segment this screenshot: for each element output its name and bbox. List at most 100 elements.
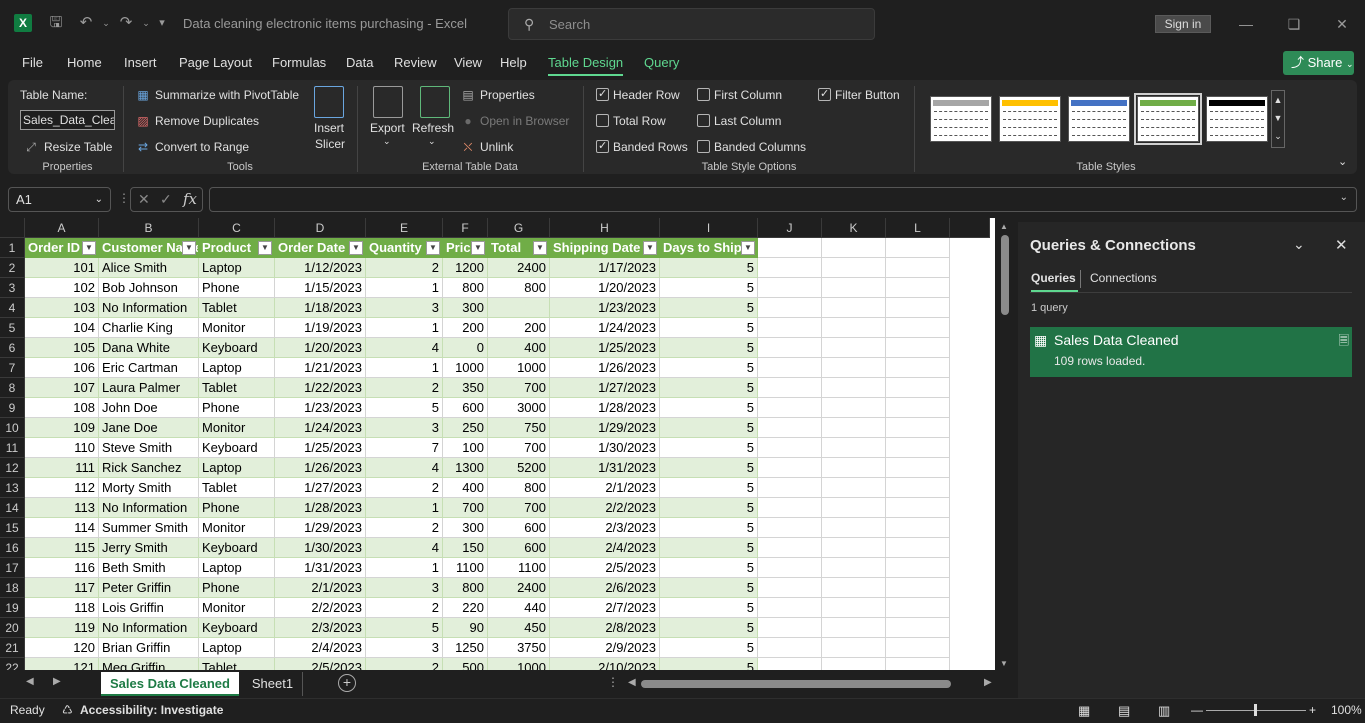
empty-cell[interactable] [822, 638, 886, 658]
table-cell[interactable]: 450 [488, 618, 550, 638]
column-header[interactable]: K [822, 218, 886, 238]
normal-view-icon[interactable]: ▦ [1078, 703, 1090, 719]
empty-cell[interactable] [822, 378, 886, 398]
table-cell[interactable]: Laptop [199, 558, 275, 578]
table-header-cell[interactable]: Order ID ▼ [25, 238, 99, 258]
row-header[interactable]: 2 [0, 258, 25, 278]
table-cell[interactable]: 3000 [488, 398, 550, 418]
table-cell[interactable]: 105 [25, 338, 99, 358]
table-cell[interactable]: Laura Palmer [99, 378, 199, 398]
table-cell[interactable]: 800 [488, 278, 550, 298]
table-style-thumbnail[interactable] [1068, 96, 1130, 142]
tab-home[interactable]: Home [67, 55, 102, 70]
table-cell[interactable]: 400 [443, 478, 488, 498]
table-cell[interactable]: 300 [443, 518, 488, 538]
table-cell[interactable]: 5 [660, 458, 758, 478]
table-cell[interactable]: 1/18/2023 [275, 298, 366, 318]
row-header[interactable]: 17 [0, 558, 25, 578]
table-cell[interactable]: 1/21/2023 [275, 358, 366, 378]
table-cell[interactable]: 115 [25, 538, 99, 558]
empty-cell[interactable] [758, 638, 822, 658]
export-icon[interactable] [373, 86, 403, 118]
table-cell[interactable]: 2/4/2023 [275, 638, 366, 658]
table-cell[interactable]: 1 [366, 498, 443, 518]
table-cell[interactable]: 1/25/2023 [275, 438, 366, 458]
share-button[interactable]: ⤴ Share ⌄ [1283, 51, 1354, 75]
table-cell[interactable]: 5 [660, 518, 758, 538]
scroll-up-icon[interactable]: ▲ [1000, 222, 1008, 231]
table-cell[interactable]: 1200 [443, 258, 488, 278]
tab-page-layout[interactable]: Page Layout [179, 55, 252, 70]
table-cell[interactable]: 103 [25, 298, 99, 318]
gallery-more-icon[interactable]: ⌄ [1272, 127, 1284, 145]
row-header[interactable]: 4 [0, 298, 25, 318]
table-cell[interactable]: Tablet [199, 658, 275, 670]
empty-cell[interactable] [822, 458, 886, 478]
empty-cell[interactable] [886, 518, 950, 538]
table-cell[interactable]: 1/20/2023 [550, 278, 660, 298]
row-header[interactable]: 11 [0, 438, 25, 458]
table-cell[interactable]: Phone [199, 578, 275, 598]
table-header-cell[interactable]: Days to Ship ▼ [660, 238, 758, 258]
table-cell[interactable]: 114 [25, 518, 99, 538]
table-style-thumbnail[interactable] [930, 96, 992, 142]
row-header[interactable]: 15 [0, 518, 25, 538]
enter-icon[interactable]: ✓ [160, 191, 172, 208]
zoom-out-icon[interactable]: — [1191, 703, 1203, 717]
empty-cell[interactable] [822, 478, 886, 498]
empty-cell[interactable] [886, 398, 950, 418]
customize-toolbar-icon[interactable]: ▾ [152, 13, 172, 33]
row-header[interactable]: 22 [0, 658, 25, 670]
refresh-dropdown-icon[interactable]: ⌄ [428, 136, 436, 147]
table-cell[interactable]: 1100 [488, 558, 550, 578]
empty-cell[interactable] [822, 258, 886, 278]
filter-dropdown-icon[interactable]: ▼ [533, 241, 547, 255]
column-header[interactable]: D [275, 218, 366, 238]
zoom-in-icon[interactable]: + [1309, 703, 1316, 717]
tab-insert[interactable]: Insert [124, 55, 157, 70]
table-cell[interactable]: 5 [660, 338, 758, 358]
table-cell[interactable]: 5 [660, 498, 758, 518]
collapse-ribbon-icon[interactable]: ⌄ [1338, 155, 1347, 168]
table-cell[interactable]: 220 [443, 598, 488, 618]
table-cell[interactable]: 5 [660, 598, 758, 618]
open-in-browser-button[interactable]: Open in Browser [480, 114, 569, 128]
table-cell[interactable]: 5 [660, 418, 758, 438]
empty-cell[interactable] [758, 418, 822, 438]
table-cell[interactable]: 1/27/2023 [275, 478, 366, 498]
refresh-icon[interactable] [420, 86, 450, 118]
next-sheet-icon[interactable]: ▶ [53, 676, 61, 687]
table-cell[interactable]: No Information [99, 498, 199, 518]
table-cell[interactable]: John Doe [99, 398, 199, 418]
empty-cell[interactable] [886, 418, 950, 438]
table-cell[interactable]: 113 [25, 498, 99, 518]
empty-cell[interactable] [758, 398, 822, 418]
column-header[interactable]: F [443, 218, 488, 238]
chevron-up-icon[interactable]: ▲ [1272, 91, 1284, 109]
table-cell[interactable]: Rick Sanchez [99, 458, 199, 478]
table-cell[interactable]: 5 [660, 478, 758, 498]
table-cell[interactable]: 2 [366, 258, 443, 278]
empty-cell[interactable] [822, 338, 886, 358]
table-cell[interactable]: No Information [99, 298, 199, 318]
table-cell[interactable]: 150 [443, 538, 488, 558]
export-dropdown-icon[interactable]: ⌄ [383, 136, 391, 147]
empty-cell[interactable] [886, 558, 950, 578]
last-column-checkbox[interactable] [697, 114, 710, 127]
table-cell[interactable]: 1/28/2023 [275, 498, 366, 518]
table-cell[interactable]: 1/23/2023 [550, 298, 660, 318]
table-cell[interactable]: Steve Smith [99, 438, 199, 458]
close-window-icon[interactable]: ✕ [1332, 14, 1352, 34]
sheet-tab-sheet1[interactable]: Sheet1 [243, 672, 303, 696]
table-cell[interactable]: 1000 [488, 658, 550, 670]
empty-cell[interactable] [886, 578, 950, 598]
table-cell[interactable]: 100 [443, 438, 488, 458]
page-break-view-icon[interactable]: ▥ [1158, 703, 1170, 719]
empty-cell[interactable] [758, 658, 822, 670]
minimize-icon[interactable]: — [1236, 14, 1256, 34]
filter-dropdown-icon[interactable]: ▼ [182, 241, 196, 255]
table-cell[interactable]: 1/12/2023 [275, 258, 366, 278]
empty-cell[interactable] [822, 658, 886, 670]
table-cell[interactable]: 2/7/2023 [550, 598, 660, 618]
table-cell[interactable]: 90 [443, 618, 488, 638]
